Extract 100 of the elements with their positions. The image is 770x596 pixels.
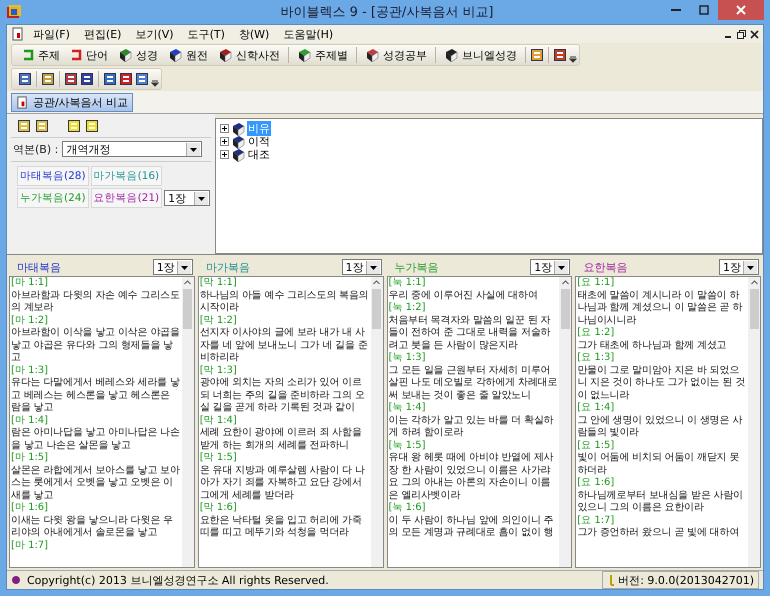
- version-dropdown[interactable]: 개역개정: [62, 141, 202, 157]
- expand-icon[interactable]: [220, 137, 229, 146]
- verse-reference: [요 1:2]: [577, 327, 616, 340]
- scrollbar-thumb[interactable]: [750, 289, 758, 329]
- verse-text: 유대 왕 헤롯 때에 아비야 반열에 제사장 한 사람이 있었으니 이름은 사가랴요 그의 아내는 아론의 자손이니 이름은 엘리사벳이라: [388, 452, 554, 502]
- verse-reference: [요 1:5]: [577, 440, 616, 452]
- chapter-dropdown[interactable]: 1장: [152, 259, 193, 275]
- column-title: 마태복음: [17, 260, 61, 274]
- verse-reference: [마 1:5]: [11, 452, 50, 464]
- bracket-icon: [70, 49, 82, 61]
- verse-reference: [막 1:6]: [200, 502, 238, 514]
- menu-item[interactable]: 창(W): [232, 26, 276, 42]
- verse-text: 살몬은 라합에게서 보아스를 낳고 보아스는 룻에게서 오벳을 낳고 오벳은 이새를 낳고: [11, 464, 181, 502]
- verse-reference: [눅 1:4]: [388, 402, 427, 414]
- version-label: 역본(B) :: [13, 142, 58, 156]
- verse-reference: [막 1:5]: [200, 452, 238, 464]
- verse-reference: [막 1:3]: [200, 364, 238, 377]
- column-title: 요한복음: [583, 260, 628, 274]
- verse-text: 온 유대 지방과 예루살렘 사람이 다 나아가 자기 죄를 자복하고 요단 강에서 그에게 세례를 받더라: [200, 464, 366, 502]
- verse-text: 그 안에 생명이 있었으니 이 생명은 사람들의 빛이라: [577, 414, 744, 440]
- restore-icon[interactable]: [737, 30, 746, 38]
- verse-text: 만물이 그로 말미암아 지은 바 되었으니 지은 것이 하나도 그가 없이는 된 것이 없느니라: [577, 364, 746, 402]
- scrollbar-thumb[interactable]: [560, 289, 570, 329]
- verse-text: 이 두 사람이 하나님 앞에 의인이니 주의 모든 계명과 규례대로 흠이 없이 행: [388, 514, 554, 540]
- verse-reference: [눅 1:3]: [388, 352, 427, 364]
- version-text: 버전: 9.0.0(2013042701): [618, 572, 754, 588]
- copyright-text: Copyright(c) 2013 브니엘성경연구소 All rights Reserved.: [27, 572, 330, 588]
- verse-text: 처음부터 목격자와 말씀의 일꾼 된 자들이 전하여 준 그대로 내력을 저술하려고 붓을 든 사람이 많은지라: [388, 314, 552, 352]
- chapter-dropdown[interactable]: 1장: [342, 259, 382, 275]
- menu-item[interactable]: 도움말(H): [277, 26, 340, 42]
- close-icon: [736, 5, 746, 15]
- verse-reference: [마 1:7]: [11, 540, 50, 552]
- document-icon: [11, 27, 25, 41]
- verse-text: 선지자 이사야의 글에 보라 내가 내 사자를 네 앞에 보내노니 그가 네 길을 준비하리라: [200, 327, 369, 364]
- expand-icon[interactable]: [220, 150, 229, 159]
- verse-reference: [마 1:1]: [11, 277, 50, 290]
- verse-reference: [마 1:6]: [11, 502, 50, 514]
- verse-text: 아브라함과 다윗의 자손 예수 그리스도의 계보라: [11, 290, 181, 314]
- verse-text: 하나님의 아들 예수 그리스도의 복음의 시작이라: [200, 290, 370, 314]
- toolbar-button[interactable]: 성경공부: [361, 46, 431, 64]
- verse-text: 그가 태초에 하나님과 함께 계셨고: [577, 340, 728, 352]
- verse-text: 광야에 외치는 자의 소리가 있어 이르되 너희는 주의 길을 준비하라 그의 오실 길을 곧게 하라 기록된 것과 같이: [200, 377, 366, 414]
- verse-text: 그 모든 일을 근원부터 자세히 미루어 살핀 나도 데오빌로 각하에게 차례대로 써 보내는 것이 좋은 줄 알았노니: [388, 364, 558, 402]
- menu-item[interactable]: 파일(F): [27, 26, 76, 42]
- status-icon: [11, 575, 21, 585]
- scrollbar-thumb[interactable]: [183, 289, 192, 329]
- verse-text: 우리 중에 이루어진 사실에 대하여: [388, 290, 539, 302]
- toolbar-button[interactable]: 브니엘성경: [440, 46, 521, 64]
- gospel-tab[interactable]: 요한복음(21): [90, 188, 162, 208]
- verse-text: 이는 각하가 알고 있는 바를 더 확실하게 하려 함이로라: [388, 414, 554, 440]
- toolbar-button[interactable]: 원전: [164, 46, 212, 64]
- verse-reference: [막 1:2]: [200, 314, 238, 327]
- verse-text: 빛이 어둠에 비치되 어둠이 깨닫지 못하더라: [577, 452, 740, 477]
- toolbar-button[interactable]: 성경: [114, 46, 162, 64]
- toolbar-button[interactable]: 주제별: [293, 46, 352, 64]
- verse-reference: [눅 1:2]: [388, 302, 427, 314]
- verse-text: 태초에 말씀이 계시니라 이 말씀이 하나님과 함께 계셨으니 이 말씀은 곧 하나님이시니라: [577, 290, 744, 327]
- chapter-dropdown[interactable]: 1장: [530, 259, 570, 275]
- column-title: 마가복음: [206, 260, 250, 274]
- verse-text: 아브라함이 이삭을 낳고 이삭은 야곱을 낳고 야곱은 유다와 그의 형제들을 낳고: [11, 327, 181, 364]
- chapter-dropdown[interactable]: 1장: [719, 259, 759, 275]
- verse-reference: [요 1:4]: [577, 402, 616, 414]
- verse-text: 유다는 다말에게서 베레스와 세라를 낳고 베레스는 헤스론을 낳고 헤스론은 람을 낳고: [11, 377, 181, 414]
- gospel-tab[interactable]: 마가복음(16): [90, 166, 162, 186]
- tree-item[interactable]: 이적: [247, 134, 271, 149]
- scrollbar-thumb[interactable]: [372, 289, 381, 329]
- verse-reference: [요 1:7]: [577, 514, 616, 527]
- close-icon[interactable]: [750, 30, 759, 38]
- tree-item[interactable]: 대조: [247, 147, 271, 162]
- verse-reference: [요 1:3]: [577, 352, 616, 364]
- menu-item[interactable]: 보기(V): [129, 26, 180, 42]
- minimize-icon: [671, 9, 681, 11]
- toolbar-button[interactable]: 신학사전: [214, 46, 284, 64]
- verse-reference: [막 1:1]: [200, 277, 238, 290]
- bracket-icon: [22, 49, 34, 61]
- app-icon: [6, 4, 22, 20]
- close-button[interactable]: [718, 0, 764, 20]
- verse-text: 람은 아미나답을 낳고 아미나답은 나손을 낳고 나손은 살몬을 낳고: [11, 427, 181, 452]
- menu-item[interactable]: 도구(T): [182, 26, 231, 42]
- verse-reference: [마 1:4]: [11, 414, 50, 427]
- gospel-tab[interactable]: 마태복음(28): [17, 166, 89, 186]
- verse-reference: [요 1:1]: [577, 277, 616, 290]
- verse-text: 요한은 낙타털 옷을 입고 허리에 가죽 띠를 띠고 메뚜기와 석청을 먹더라: [200, 514, 363, 540]
- verse-reference: [마 1:3]: [11, 364, 50, 377]
- toolbar-button[interactable]: 주제: [18, 46, 64, 64]
- menu-item[interactable]: 편집(E): [78, 26, 128, 42]
- verse-text: 그가 증언하러 왔으니 곧 빛에 대하여: [577, 527, 740, 540]
- document-tab[interactable]: 공관/사복음서 비교: [11, 92, 134, 112]
- verse-reference: [요 1:6]: [577, 477, 616, 490]
- toolbar-button[interactable]: 단어: [66, 46, 112, 64]
- verse-reference: [눅 1:1]: [388, 277, 427, 290]
- document-icon: [16, 96, 29, 108]
- verse-reference: [눅 1:6]: [388, 502, 427, 514]
- expand-icon[interactable]: [220, 124, 229, 133]
- verse-text: 이새는 다윗 왕을 낳으니라 다윗은 우리야의 아내에게서 솔로몬을 낳고: [11, 514, 174, 540]
- chapter-dropdown[interactable]: 1장: [164, 190, 210, 206]
- verse-text: 세례 요한이 광야에 이르러 죄 사함을 받게 하는 회개의 세례를 전파하니: [200, 427, 363, 452]
- column-title: 누가복음: [394, 260, 438, 274]
- verse-text: 하나님께로부터 보내심을 받은 사람이 있으니 그의 이름은 요한이라: [577, 490, 744, 514]
- verse-reference: [눅 1:5]: [388, 440, 427, 452]
